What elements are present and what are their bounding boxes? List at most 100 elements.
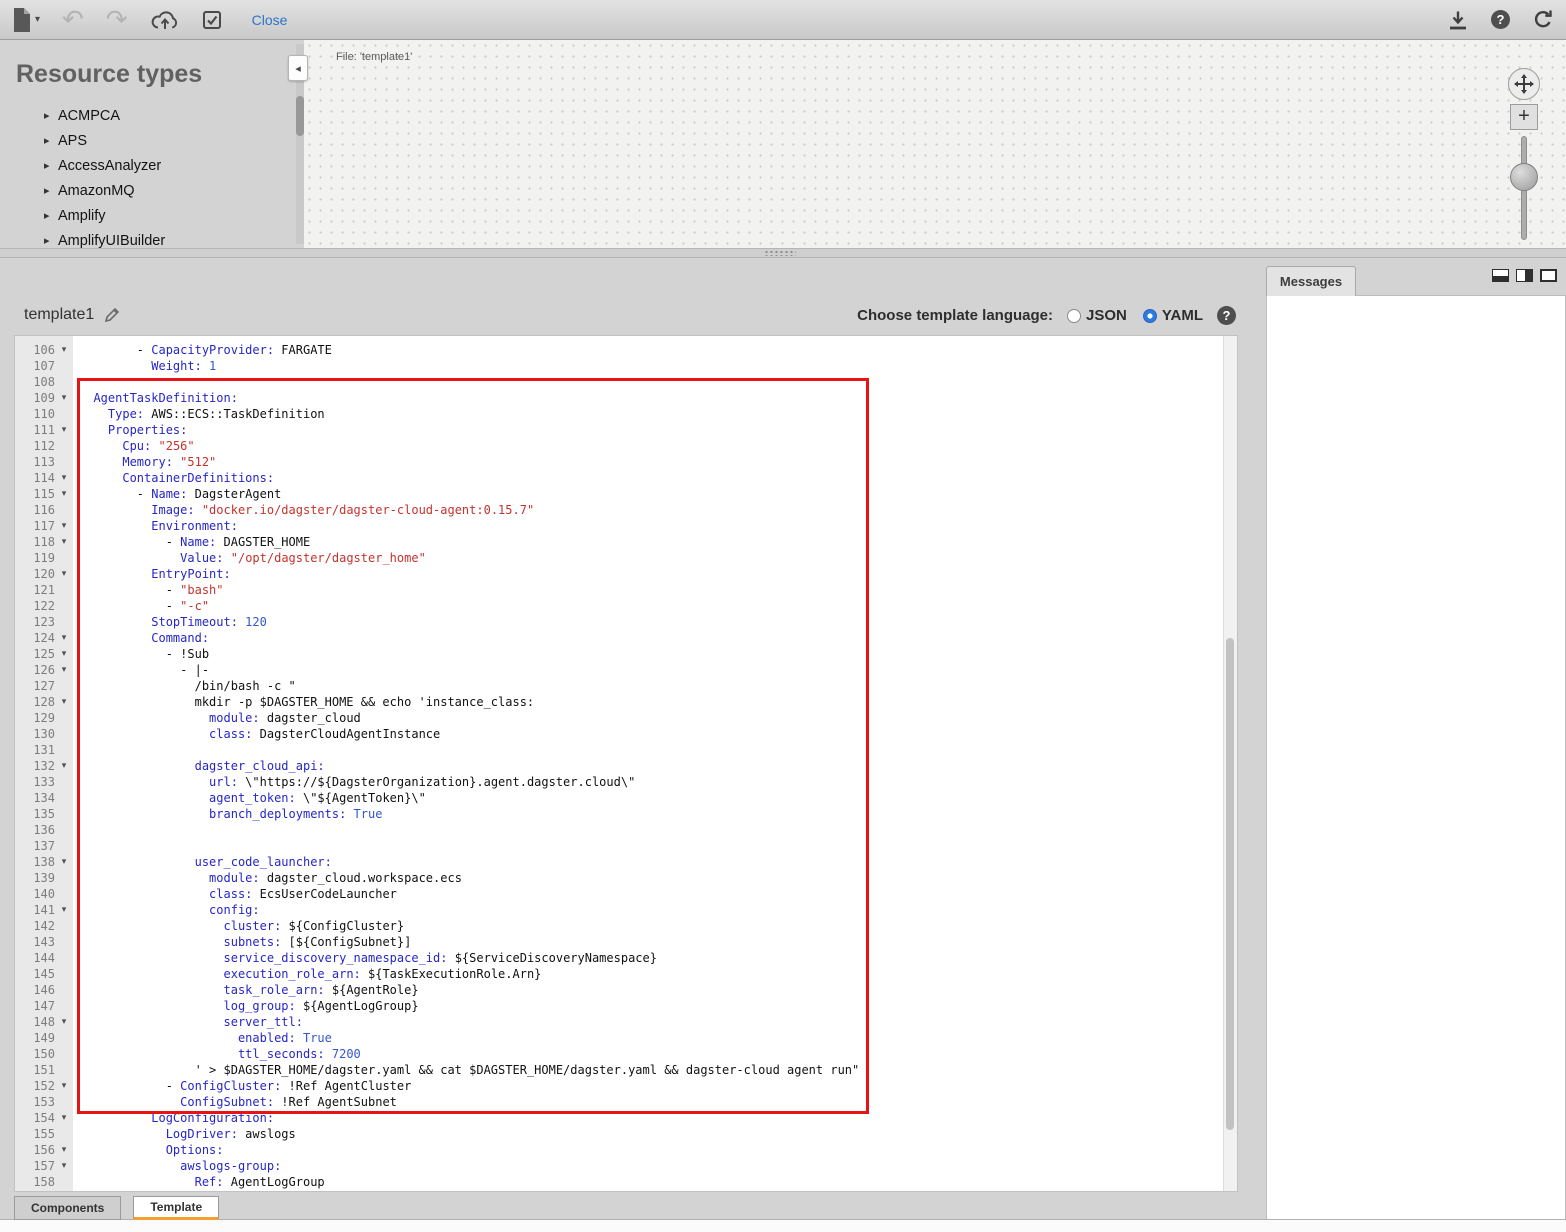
code-line[interactable]: 148▾ server_ttl: [15, 1014, 1237, 1030]
fold-arrow-icon[interactable]: ▾ [55, 630, 73, 646]
code-line[interactable]: 132▾ dagster_cloud_api: [15, 758, 1237, 774]
split-horizontal-icon[interactable] [1492, 269, 1509, 282]
fold-arrow-icon[interactable]: ▾ [55, 646, 73, 662]
code-line[interactable]: 130 class: DagsterCloudAgentInstance [15, 726, 1237, 742]
template-editor[interactable]: 106▾ - CapacityProvider: FARGATE107 Weig… [14, 335, 1238, 1192]
code-line[interactable]: 154▾ LogConfiguration: [15, 1110, 1237, 1126]
code-line[interactable]: 120▾ EntryPoint: [15, 566, 1237, 582]
expand-triangle-icon[interactable]: ▸ [44, 184, 58, 197]
file-menu-button[interactable]: ▾ [12, 7, 40, 33]
resource-type-item[interactable]: ▸AmazonMQ [0, 178, 296, 203]
fold-arrow-icon[interactable]: ▾ [55, 1110, 73, 1126]
resource-type-item[interactable]: ▸Amplify [0, 203, 296, 228]
code-line[interactable]: 126▾ - |- [15, 662, 1237, 678]
help-button[interactable]: ? [1491, 10, 1510, 29]
code-line[interactable]: 107 Weight: 1 [15, 358, 1237, 374]
code-line[interactable]: 116 Image: "docker.io/dagster/dagster-cl… [15, 502, 1237, 518]
fold-arrow-icon[interactable]: ▾ [55, 486, 73, 502]
tab-components[interactable]: Components [14, 1196, 121, 1220]
radio-yaml[interactable] [1143, 309, 1157, 323]
code-line[interactable]: 129 module: dagster_cloud [15, 710, 1237, 726]
upload-template-button[interactable] [150, 9, 180, 31]
tab-messages[interactable]: Messages [1266, 266, 1356, 296]
refresh-button[interactable] [1532, 9, 1554, 31]
code-line[interactable]: 142 cluster: ${ConfigCluster} [15, 918, 1237, 934]
code-line[interactable]: 134 agent_token: \"${AgentToken}\" [15, 790, 1237, 806]
fold-arrow-icon[interactable]: ▾ [55, 422, 73, 438]
code-line[interactable]: 109▾ AgentTaskDefinition: [15, 390, 1237, 406]
resource-type-item[interactable]: ▸ACMPCA [0, 103, 296, 128]
expand-triangle-icon[interactable]: ▸ [44, 109, 58, 122]
code-line[interactable]: 106▾ - CapacityProvider: FARGATE [15, 342, 1237, 358]
tab-template[interactable]: Template [133, 1196, 219, 1220]
code-line[interactable]: 122 - "-c" [15, 598, 1237, 614]
fold-arrow-icon[interactable]: ▾ [55, 662, 73, 678]
code-line[interactable]: 123 StopTimeout: 120 [15, 614, 1237, 630]
code-line[interactable]: 136 [15, 822, 1237, 838]
code-line[interactable]: 127 /bin/bash -c " [15, 678, 1237, 694]
redo-button[interactable]: ↷ [106, 7, 128, 33]
code-line[interactable]: 143 subnets: [${ConfigSubnet}] [15, 934, 1237, 950]
code-line[interactable]: 113 Memory: "512" [15, 454, 1237, 470]
single-pane-icon[interactable] [1540, 269, 1557, 282]
resource-list-scrollbar-thumb[interactable] [296, 96, 304, 136]
code-line[interactable]: 114▾ ContainerDefinitions: [15, 470, 1237, 486]
code-line[interactable]: 110 Type: AWS::ECS::TaskDefinition [15, 406, 1237, 422]
code-line[interactable]: 149 enabled: True [15, 1030, 1237, 1046]
fold-arrow-icon[interactable]: ▾ [55, 390, 73, 406]
fold-arrow-icon[interactable]: ▾ [55, 342, 73, 358]
code-line[interactable]: 139 module: dagster_cloud.workspace.ecs [15, 870, 1237, 886]
fold-arrow-icon[interactable]: ▾ [55, 1158, 73, 1174]
code-line[interactable]: 131 [15, 742, 1237, 758]
fold-arrow-icon[interactable]: ▾ [55, 1078, 73, 1094]
resource-type-item[interactable]: ▸APS [0, 128, 296, 153]
editor-scrollbar-thumb[interactable] [1226, 638, 1234, 1130]
pan-tool-button[interactable] [1508, 68, 1540, 100]
code-line[interactable]: 117▾ Environment: [15, 518, 1237, 534]
fold-arrow-icon[interactable]: ▾ [55, 694, 73, 710]
code-line[interactable]: 128▾ mkdir -p $DAGSTER_HOME && echo 'ins… [15, 694, 1237, 710]
code-line[interactable]: 145 execution_role_arn: ${TaskExecutionR… [15, 966, 1237, 982]
code-line[interactable]: 158 Ref: AgentLogGroup [15, 1174, 1237, 1190]
code-lines[interactable]: 106▾ - CapacityProvider: FARGATE107 Weig… [15, 342, 1237, 1190]
fold-arrow-icon[interactable]: ▾ [55, 470, 73, 486]
code-line[interactable]: 157▾ awslogs-group: [15, 1158, 1237, 1174]
fold-arrow-icon[interactable]: ▾ [55, 566, 73, 582]
undo-button[interactable]: ↶ [62, 7, 84, 33]
code-line[interactable]: 115▾ - Name: DagsterAgent [15, 486, 1237, 502]
edit-pencil-icon[interactable] [104, 307, 120, 323]
fold-arrow-icon[interactable]: ▾ [55, 1142, 73, 1158]
code-line[interactable]: 147 log_group: ${AgentLogGroup} [15, 998, 1237, 1014]
code-line[interactable]: 144 service_discovery_namespace_id: ${Se… [15, 950, 1237, 966]
code-line[interactable]: 146 task_role_arn: ${AgentRole} [15, 982, 1237, 998]
code-line[interactable]: 152▾ - ConfigCluster: !Ref AgentCluster [15, 1078, 1237, 1094]
code-line[interactable]: 124▾ Command: [15, 630, 1237, 646]
code-line[interactable]: 125▾ - !Sub [15, 646, 1237, 662]
resource-type-item[interactable]: ▸AccessAnalyzer [0, 153, 296, 178]
fold-arrow-icon[interactable]: ▾ [55, 854, 73, 870]
code-line[interactable]: 151 ' > $DAGSTER_HOME/dagster.yaml && ca… [15, 1062, 1237, 1078]
code-line[interactable]: 138▾ user_code_launcher: [15, 854, 1237, 870]
split-vertical-icon[interactable] [1516, 269, 1533, 282]
expand-triangle-icon[interactable]: ▸ [44, 134, 58, 147]
splitter-grip-icon[interactable] [764, 250, 796, 256]
language-option-yaml[interactable]: YAML [1143, 307, 1203, 324]
design-canvas[interactable] [304, 40, 1566, 248]
code-line[interactable]: 119 Value: "/opt/dagster/dagster_home" [15, 550, 1237, 566]
fold-arrow-icon[interactable]: ▾ [55, 534, 73, 550]
fold-arrow-icon[interactable]: ▾ [55, 518, 73, 534]
code-line[interactable]: 111▾ Properties: [15, 422, 1237, 438]
radio-json[interactable] [1067, 309, 1081, 323]
code-line[interactable]: 156▾ Options: [15, 1142, 1237, 1158]
expand-triangle-icon[interactable]: ▸ [44, 209, 58, 222]
expand-triangle-icon[interactable]: ▸ [44, 234, 58, 247]
fold-arrow-icon[interactable]: ▾ [55, 902, 73, 918]
code-line[interactable]: 112 Cpu: "256" [15, 438, 1237, 454]
collapse-panel-button[interactable]: ◂ [288, 55, 308, 81]
expand-triangle-icon[interactable]: ▸ [44, 159, 58, 172]
close-link[interactable]: Close [252, 12, 288, 28]
zoom-in-button[interactable]: + [1510, 104, 1538, 130]
code-line[interactable]: 135 branch_deployments: True [15, 806, 1237, 822]
code-line[interactable]: 141▾ config: [15, 902, 1237, 918]
language-option-json[interactable]: JSON [1067, 307, 1127, 324]
